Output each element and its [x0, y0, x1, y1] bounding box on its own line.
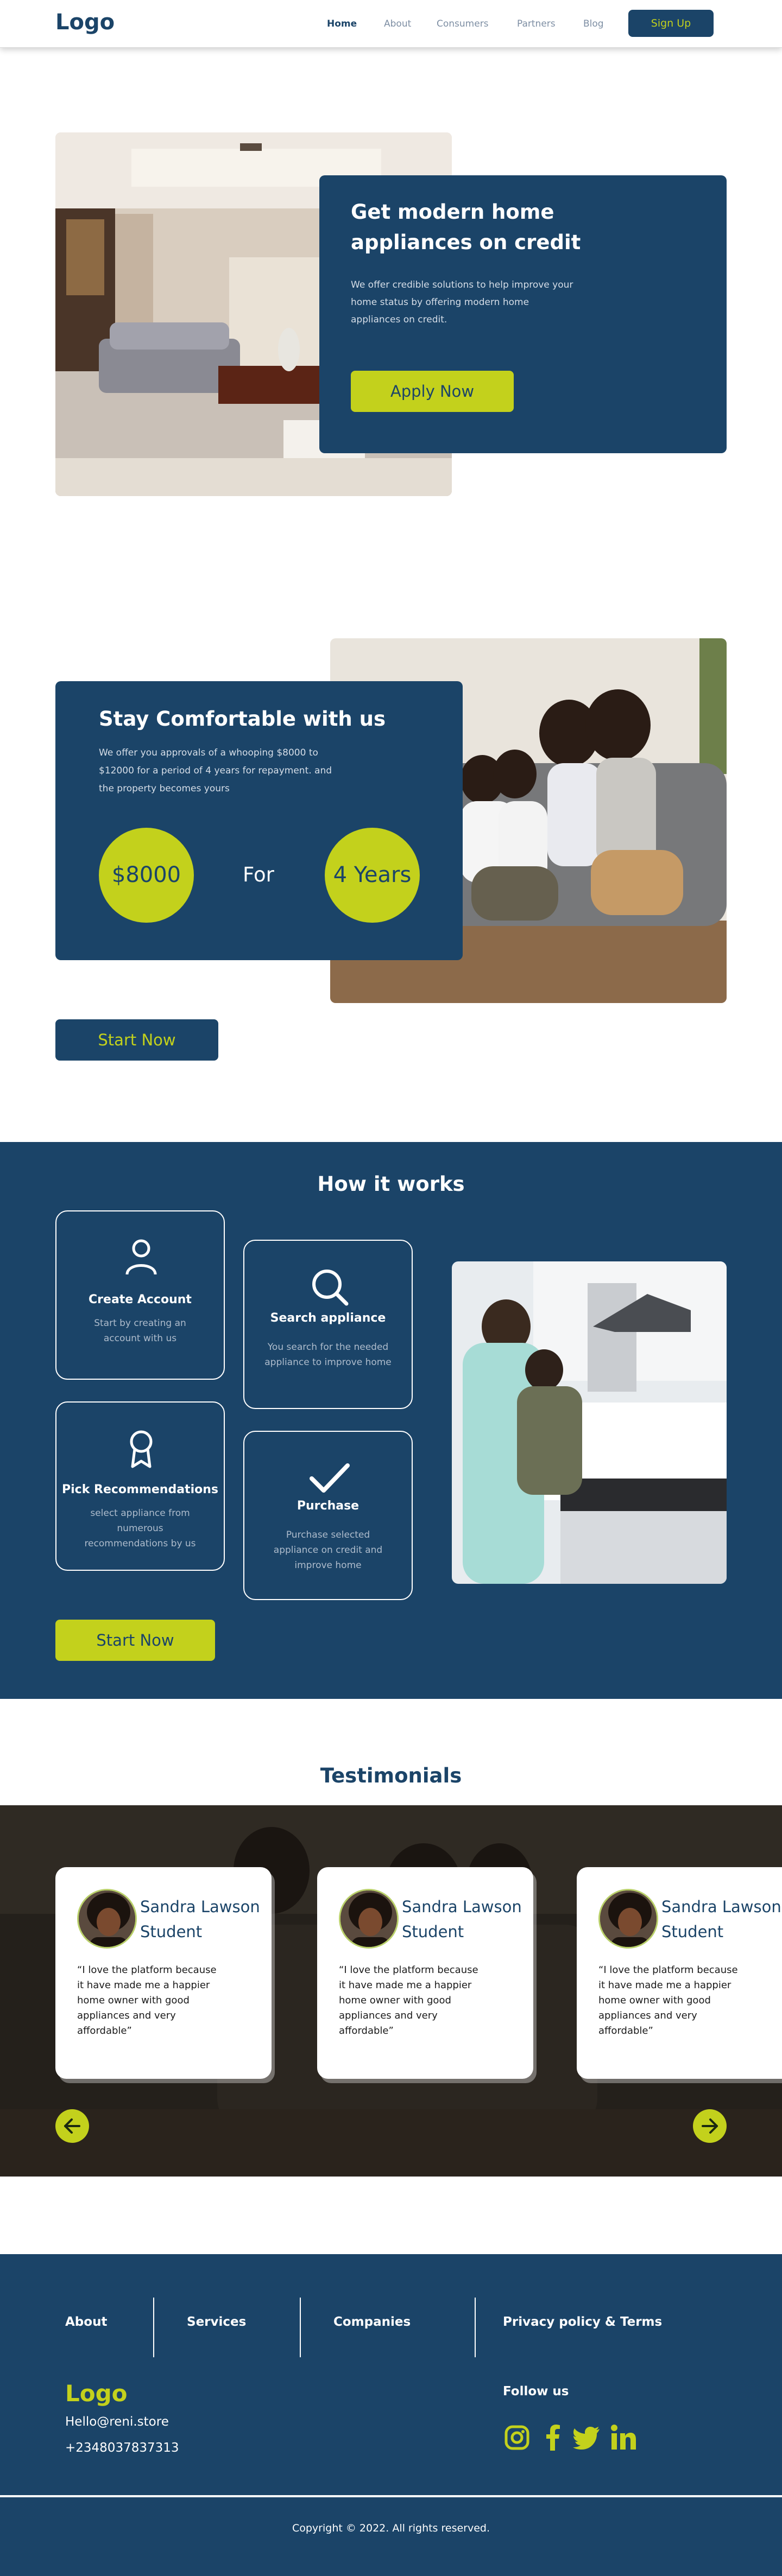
arrow-right-icon	[702, 2118, 718, 2134]
stay-description: We offer you approvals of a whooping $80…	[99, 747, 332, 794]
step-pick-recommendations: Pick Recommendations select appliance fr…	[55, 1401, 225, 1571]
step-text: You search for the needed appliance to i…	[264, 1342, 392, 1368]
footer-logo[interactable]: Logo	[65, 2380, 128, 2407]
user-icon	[125, 1239, 157, 1275]
step-text: Purchase selected appliance on credit an…	[273, 1530, 383, 1571]
signup-button[interactable]: Sign Up	[628, 10, 714, 37]
nav-link-about[interactable]: About	[384, 18, 411, 29]
step-purchase: Purchase Purchase selected appliance on …	[243, 1431, 413, 1600]
testimonial-quote: “I love the platform because it have mad…	[598, 1964, 738, 2036]
period-badge: 4 Years	[325, 828, 420, 923]
stay-card: Stay Comfortable with us We offer you ap…	[55, 681, 463, 960]
for-label: For	[243, 863, 274, 886]
avatar	[77, 1889, 137, 1949]
apply-now-button[interactable]: Apply Now	[351, 371, 514, 412]
footer-divider	[300, 2298, 301, 2357]
footer-phone[interactable]: +2348037837313	[65, 2441, 179, 2455]
how-title: How it works	[317, 1172, 465, 1196]
testimonial-role: Student	[661, 1923, 724, 1941]
check-icon	[310, 1463, 350, 1493]
instagram-icon[interactable]	[502, 2422, 532, 2453]
linkedin-icon[interactable]	[608, 2422, 639, 2453]
stay-title: Stay Comfortable with us	[99, 707, 386, 731]
how-it-works-section: How it works Create Account Start by cre…	[0, 1142, 782, 1699]
testimonial-name: Sandra Lawson	[402, 1898, 522, 1916]
testimonial-card: Sandra Lawson Student “I love the platfo…	[577, 1867, 782, 2079]
follow-us-label: Follow us	[503, 2384, 569, 2399]
footer-divider	[153, 2298, 154, 2357]
hero-card: Get modern home appliances on credit We …	[319, 175, 727, 453]
testimonial-name: Sandra Lawson	[140, 1898, 260, 1916]
search-icon	[312, 1270, 349, 1306]
nav-link-home[interactable]: Home	[327, 18, 357, 29]
page: Logo Home About Consumers Partners Blog …	[0, 0, 782, 2576]
testimonial-card: Sandra Lawson Student “I love the platfo…	[55, 1867, 272, 2079]
arrow-left-icon	[64, 2118, 80, 2134]
footer-email[interactable]: Hello@reni.store	[65, 2415, 169, 2429]
step-text: select appliance from numerous recommend…	[84, 1508, 196, 1549]
step-title: Create Account	[89, 1293, 192, 1306]
nav-logo[interactable]: Logo	[55, 10, 115, 35]
amount-badge: $8000	[99, 828, 194, 923]
testimonial-role: Student	[140, 1923, 203, 1941]
step-text: Start by creating an account with us	[94, 1318, 186, 1344]
facebook-icon[interactable]	[538, 2422, 568, 2453]
testimonial-name: Sandra Lawson	[661, 1898, 781, 1916]
hero-title: Get modern home appliances on credit	[351, 200, 581, 254]
avatar	[598, 1889, 658, 1949]
step-title: Purchase	[297, 1499, 360, 1513]
testimonials-title: Testimonials	[320, 1764, 462, 1787]
top-navbar: Logo Home About Consumers Partners Blog …	[0, 0, 782, 48]
step-create-account: Create Account Start by creating an acco…	[55, 1210, 225, 1380]
footer-link-services[interactable]: Services	[187, 2315, 246, 2329]
nav-link-consumers[interactable]: Consumers	[437, 18, 489, 29]
award-icon	[130, 1430, 153, 1468]
nav-link-blog[interactable]: Blog	[583, 18, 604, 29]
carousel-prev-button[interactable]	[55, 2109, 89, 2143]
how-start-now-button[interactable]: Start Now	[55, 1620, 215, 1661]
step-title: Pick Recommendations	[62, 1483, 218, 1496]
avatar	[339, 1889, 399, 1949]
testimonial-card: Sandra Lawson Student “I love the platfo…	[317, 1867, 533, 2079]
twitter-icon[interactable]	[571, 2422, 602, 2453]
testimonial-quote: “I love the platform because it have mad…	[77, 1964, 217, 2036]
footer-link-about[interactable]: About	[65, 2315, 107, 2329]
start-now-button[interactable]: Start Now	[55, 1019, 218, 1061]
footer-link-privacy[interactable]: Privacy policy & Terms	[503, 2315, 662, 2329]
footer: About Services Companies Privacy policy …	[0, 2254, 782, 2576]
footer-link-companies[interactable]: Companies	[333, 2315, 411, 2329]
nav-link-partners[interactable]: Partners	[517, 18, 556, 29]
footer-divider-line	[0, 2495, 782, 2497]
step-search-appliance: Search appliance You search for the need…	[243, 1240, 413, 1409]
kitchen-image	[452, 1261, 727, 1584]
testimonials-carousel: Sandra Lawson Student “I love the platfo…	[0, 1805, 782, 2177]
step-title: Search appliance	[270, 1311, 386, 1325]
carousel-next-button[interactable]	[693, 2109, 727, 2143]
footer-divider	[475, 2298, 476, 2357]
copyright-text: Copyright © 2022. All rights reserved.	[292, 2522, 490, 2534]
testimonial-role: Student	[402, 1923, 464, 1941]
hero-description: We offer credible solutions to help impr…	[351, 280, 573, 325]
testimonial-quote: “I love the platform because it have mad…	[339, 1964, 478, 2036]
